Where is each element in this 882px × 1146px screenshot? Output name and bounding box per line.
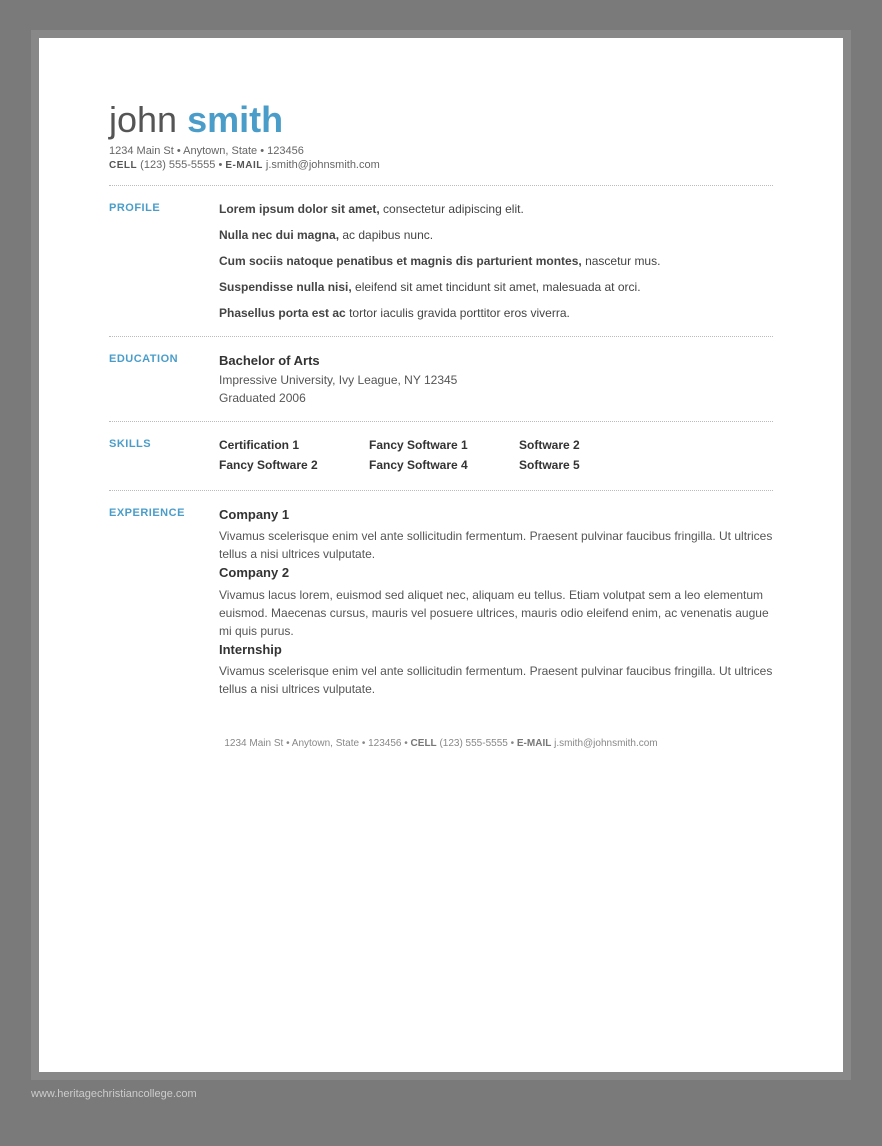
experience-label: EXPERIENCE [109, 505, 219, 699]
footer-email-label: E-MAIL [517, 738, 551, 749]
experience-entry-2: Company 2 Vivamus lacus lorem, euismod s… [219, 563, 773, 640]
profile-para-4: Suspendisse nulla nisi, eleifend sit ame… [219, 278, 773, 296]
footer-cell: (123) 555-5555 [439, 738, 507, 749]
profile-bold-2: Nulla nec dui magna, [219, 228, 339, 242]
resume-paper: john smith 1234 Main St • Anytown, State… [39, 38, 843, 1072]
watermark-url: www.heritagechristiancollege.com [31, 1088, 197, 1100]
profile-bold-4: Suspendisse nulla nisi, [219, 280, 352, 294]
profile-normal-1: consectetur adipiscing elit. [383, 202, 524, 216]
internship-name: Internship [219, 640, 773, 660]
education-content: Bachelor of Arts Impressive University, … [219, 351, 773, 407]
profile-para-5: Phasellus porta est ac tortor iaculis gr… [219, 304, 773, 322]
profile-label: PROFILE [109, 200, 219, 322]
education-label: EDUCATION [109, 351, 219, 407]
skills-divider [109, 490, 773, 491]
skills-row-1: Certification 1 Fancy Software 1 Softwar… [219, 436, 773, 454]
footer-cell-label: CELL [411, 738, 437, 749]
cell-value: (123) 555-5555 [140, 159, 215, 171]
page-wrapper: john smith 1234 Main St • Anytown, State… [31, 30, 851, 1080]
company-1-desc: Vivamus scelerisque enim vel ante sollic… [219, 527, 773, 563]
company-2-name: Company 2 [219, 563, 773, 583]
profile-divider [109, 336, 773, 337]
resume-header: john smith 1234 Main St • Anytown, State… [109, 98, 773, 171]
skill-2: Fancy Software 1 [369, 436, 499, 454]
skill-3: Software 2 [519, 436, 649, 454]
skill-1: Certification 1 [219, 436, 349, 454]
profile-content: Lorem ipsum dolor sit amet, consectetur … [219, 200, 773, 322]
profile-normal-3: nascetur mus. [585, 254, 660, 268]
profile-bold-3: Cum sociis natoque penatibus et magnis d… [219, 254, 582, 268]
experience-section: EXPERIENCE Company 1 Vivamus scelerisque… [109, 505, 773, 699]
skills-row-2: Fancy Software 2 Fancy Software 4 Softwa… [219, 456, 773, 474]
edu-graduated: Graduated 2006 [219, 389, 773, 407]
watermark-bar: www.heritagechristiancollege.com [31, 1088, 851, 1100]
skill-6: Software 5 [519, 456, 649, 474]
internship-desc: Vivamus scelerisque enim vel ante sollic… [219, 662, 773, 698]
profile-section: PROFILE Lorem ipsum dolor sit amet, cons… [109, 200, 773, 322]
profile-normal-2: ac dapibus nunc. [342, 228, 433, 242]
skill-5: Fancy Software 4 [369, 456, 499, 474]
profile-normal-5: tortor iaculis gravida porttitor eros vi… [349, 306, 570, 320]
profile-normal-4: eleifend sit amet tincidunt sit amet, ma… [355, 280, 640, 294]
skills-section: SKILLS Certification 1 Fancy Software 1 … [109, 436, 773, 476]
profile-bold-5: Phasellus porta est ac [219, 306, 346, 320]
experience-content: Company 1 Vivamus scelerisque enim vel a… [219, 505, 773, 699]
education-section: EDUCATION Bachelor of Arts Impressive Un… [109, 351, 773, 407]
first-name: john [109, 99, 177, 140]
skills-content: Certification 1 Fancy Software 1 Softwar… [219, 436, 773, 476]
skills-label: SKILLS [109, 436, 219, 476]
profile-para-3: Cum sociis natoque penatibus et magnis d… [219, 252, 773, 270]
resume-footer: 1234 Main St • Anytown, State • 123456 •… [109, 728, 773, 749]
email-label: E-MAIL [225, 160, 262, 171]
edu-university: Impressive University, Ivy League, NY 12… [219, 371, 773, 389]
email-value: j.smith@johnsmith.com [266, 159, 380, 171]
skill-4: Fancy Software 2 [219, 456, 349, 474]
education-divider [109, 421, 773, 422]
profile-bold-1: Lorem ipsum dolor sit amet, [219, 202, 380, 216]
header-divider [109, 185, 773, 186]
experience-entry-3: Internship Vivamus scelerisque enim vel … [219, 640, 773, 699]
experience-entry-1: Company 1 Vivamus scelerisque enim vel a… [219, 505, 773, 564]
footer-email: j.smith@johnsmith.com [554, 738, 658, 749]
company-2-desc: Vivamus lacus lorem, euismod sed aliquet… [219, 586, 773, 640]
company-1-name: Company 1 [219, 505, 773, 525]
address-line: 1234 Main St • Anytown, State • 123456 [109, 145, 773, 157]
profile-para-2: Nulla nec dui magna, ac dapibus nunc. [219, 226, 773, 244]
edu-degree: Bachelor of Arts [219, 351, 773, 371]
contact-line: CELL (123) 555-5555 • E-MAIL j.smith@joh… [109, 159, 773, 171]
last-name: smith [187, 99, 283, 140]
profile-para-1: Lorem ipsum dolor sit amet, consectetur … [219, 200, 773, 218]
cell-label: CELL [109, 160, 137, 171]
footer-address: 1234 Main St • Anytown, State • 123456 [224, 738, 401, 749]
name-line: john smith [109, 98, 773, 141]
